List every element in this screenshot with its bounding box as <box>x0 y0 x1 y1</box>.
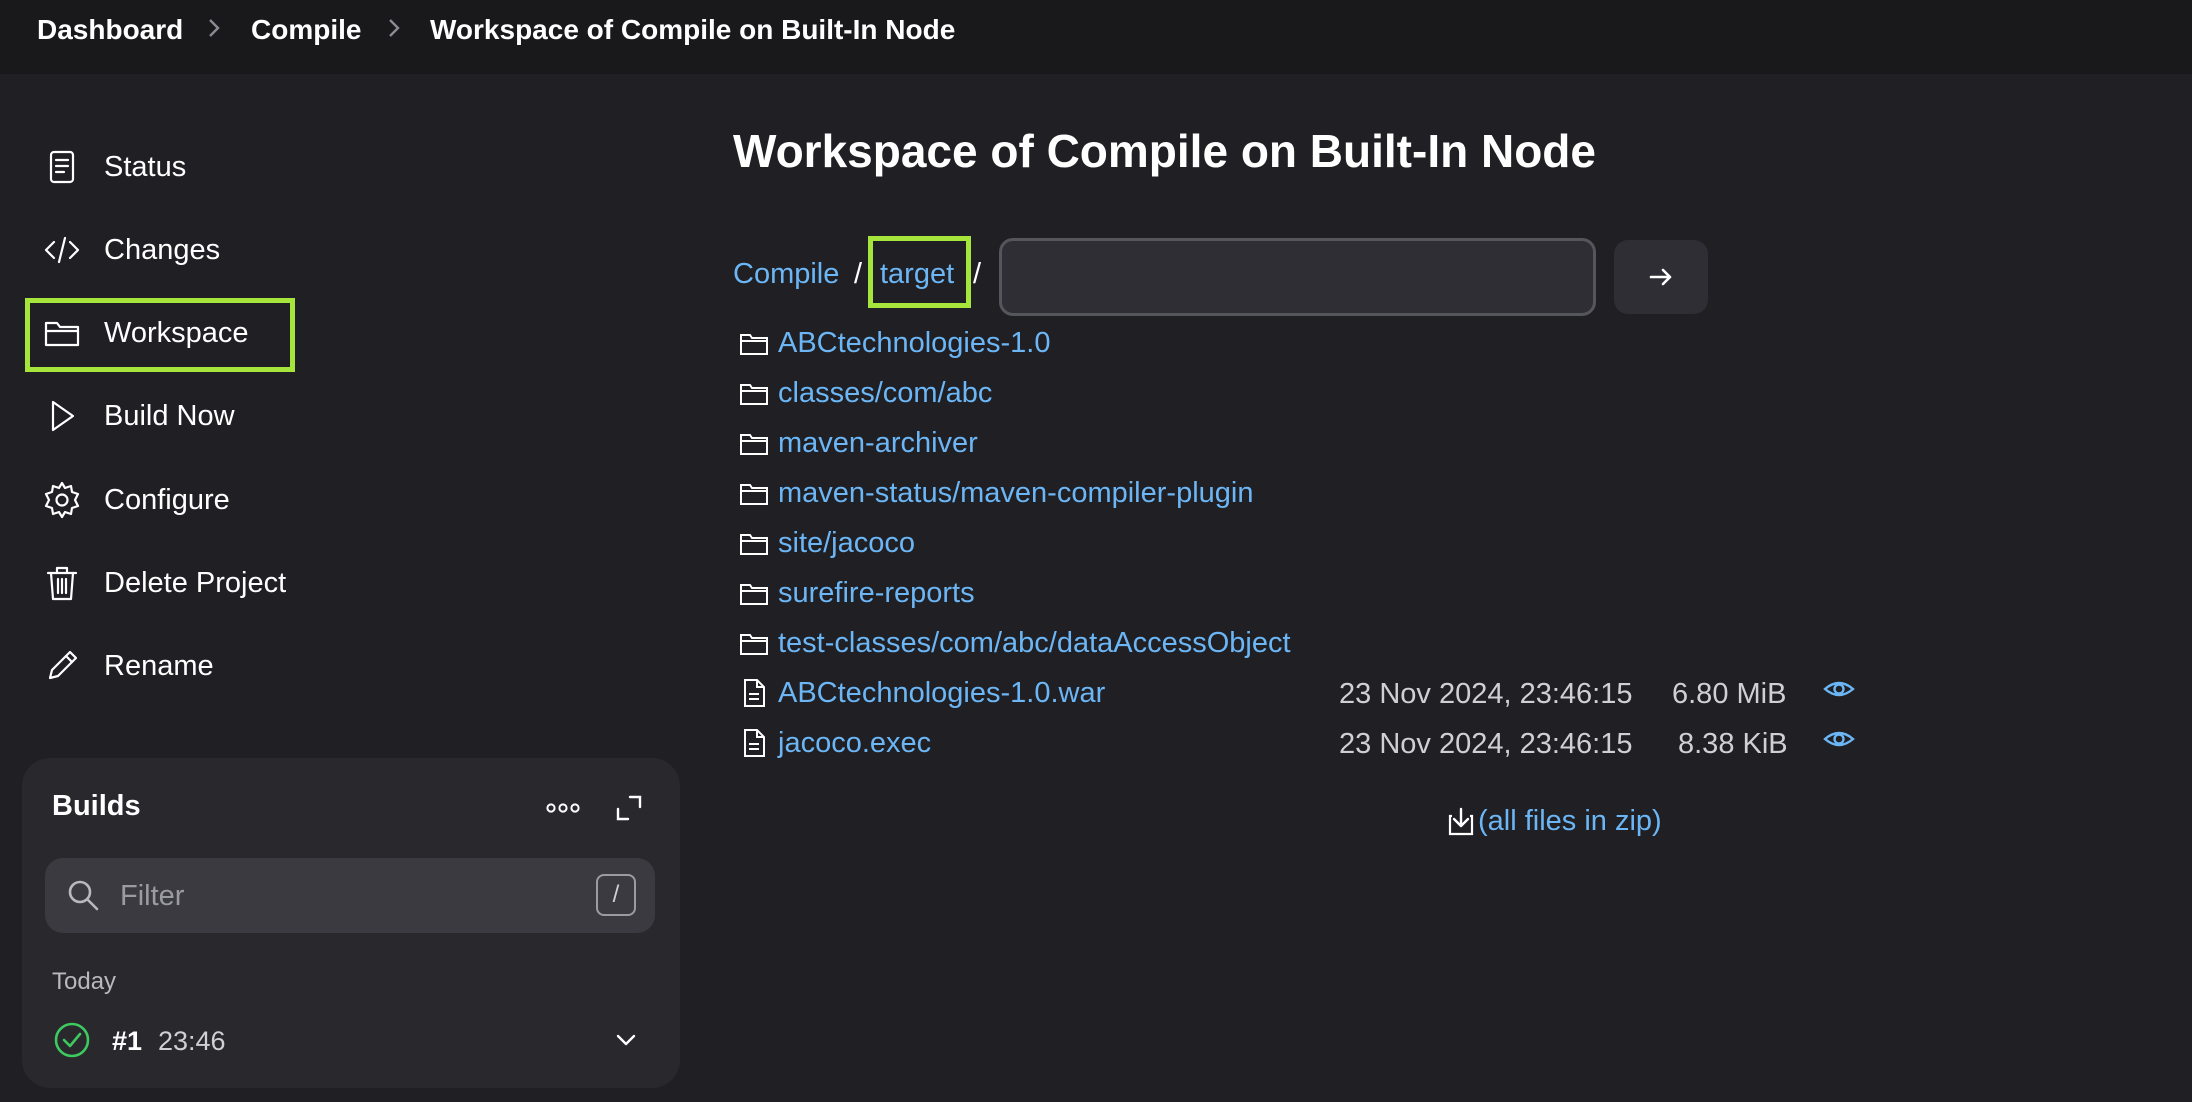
file-icon <box>738 677 770 709</box>
code-icon <box>40 228 84 272</box>
document-icon <box>40 145 84 189</box>
gear-icon <box>40 478 84 522</box>
path-separator: / <box>973 258 982 290</box>
path-separator: / <box>854 258 863 290</box>
folder-row[interactable]: test-classes/com/abc/dataAccessObject <box>738 620 1291 666</box>
eye-icon[interactable] <box>1822 722 1856 756</box>
file-size: 6.80 MiB <box>1672 678 1787 710</box>
folder-row[interactable]: ABCtechnologies-1.0 <box>738 320 1050 366</box>
trash-icon <box>40 561 84 605</box>
folder-row[interactable]: maven-status/maven-compiler-plugin <box>738 470 1253 516</box>
sidebar-item-label: Build Now <box>104 399 235 432</box>
sidebar-item-delete-project[interactable]: Delete Project <box>40 553 286 613</box>
file-row[interactable]: jacoco.exec <box>738 720 931 766</box>
chevron-right-icon <box>209 19 220 37</box>
breadcrumb-compile[interactable]: Compile <box>251 14 361 46</box>
folder-link[interactable]: maven-archiver <box>778 427 978 460</box>
folder-link[interactable]: ABCtechnologies-1.0 <box>778 327 1050 360</box>
breadcrumb-workspace[interactable]: Workspace of Compile on Built-In Node <box>430 14 955 46</box>
folder-icon <box>738 477 770 509</box>
path-current-link[interactable]: target <box>880 258 954 291</box>
play-icon <box>40 394 84 438</box>
folder-icon <box>738 627 770 659</box>
folder-icon <box>40 311 84 355</box>
sidebar-item-build-now[interactable]: Build Now <box>40 386 235 446</box>
folder-link[interactable]: test-classes/com/abc/dataAccessObject <box>778 627 1291 660</box>
folder-link[interactable]: classes/com/abc <box>778 377 992 410</box>
file-link[interactable]: ABCtechnologies-1.0.war <box>778 677 1105 710</box>
success-check-icon <box>54 1022 90 1058</box>
sidebar-item-label: Delete Project <box>104 566 287 599</box>
folder-link[interactable]: site/jacoco <box>778 527 915 560</box>
sidebar-item-label: Configure <box>104 483 230 516</box>
build-time: 23:46 <box>158 1026 226 1056</box>
folder-row[interactable]: maven-archiver <box>738 420 978 466</box>
zip-label[interactable]: (all files in zip) <box>1478 805 1662 838</box>
file-date: 23 Nov 2024, 23:46:15 <box>1339 728 1633 760</box>
path-input[interactable] <box>999 238 1596 316</box>
folder-row[interactable]: site/jacoco <box>738 520 915 566</box>
eye-icon[interactable] <box>1822 672 1856 706</box>
folder-link[interactable]: surefire-reports <box>778 577 975 610</box>
download-zip-link[interactable]: (all files in zip) <box>1446 804 1662 838</box>
file-row[interactable]: ABCtechnologies-1.0.war <box>738 670 1105 716</box>
top-bar: Dashboard Compile Workspace of Compile o… <box>0 0 2192 74</box>
sidebar-item-configure[interactable]: Configure <box>40 470 230 530</box>
file-date: 23 Nov 2024, 23:46:15 <box>1339 678 1633 710</box>
filter-placeholder: Filter <box>120 880 185 912</box>
file-icon <box>738 727 770 759</box>
go-button[interactable] <box>1614 240 1708 314</box>
folder-link[interactable]: maven-status/maven-compiler-plugin <box>778 477 1253 510</box>
sidebar-item-label: Workspace <box>104 316 249 349</box>
folder-row[interactable]: surefire-reports <box>738 570 975 616</box>
breadcrumb-dashboard[interactable]: Dashboard <box>37 14 183 46</box>
chevron-down-icon[interactable] <box>612 1030 640 1050</box>
path-root-link[interactable]: Compile <box>733 258 839 291</box>
sidebar-item-rename[interactable]: Rename <box>40 636 214 696</box>
file-link[interactable]: jacoco.exec <box>778 727 931 760</box>
builds-group-label: Today <box>52 968 117 995</box>
folder-row[interactable]: classes/com/abc <box>738 370 992 416</box>
file-size: 8.38 KiB <box>1678 728 1788 760</box>
sidebar-item-label: Changes <box>104 233 221 266</box>
search-icon <box>68 880 99 911</box>
download-icon <box>1448 807 1474 836</box>
folder-icon <box>738 527 770 559</box>
sidebar-item-changes[interactable]: Changes <box>40 220 220 280</box>
folder-icon <box>738 427 770 459</box>
folder-icon <box>738 327 770 359</box>
expand-icon[interactable] <box>614 793 644 823</box>
sidebar-item-label: Rename <box>104 649 214 682</box>
more-options-icon[interactable] <box>545 798 581 818</box>
arrow-right-icon <box>1649 268 1672 286</box>
builds-title: Builds <box>52 790 141 822</box>
chevron-right-icon <box>389 19 400 37</box>
folder-icon <box>738 577 770 609</box>
folder-icon <box>738 377 770 409</box>
build-number[interactable]: #1 <box>112 1026 142 1057</box>
sidebar-item-workspace[interactable]: Workspace <box>40 303 249 363</box>
filter-shortcut-key: / <box>596 874 636 916</box>
sidebar-item-label: Status <box>104 150 187 183</box>
page-title: Workspace of Compile on Built-In Node <box>733 125 1596 177</box>
sidebar-item-status[interactable]: Status <box>40 137 186 197</box>
pencil-icon <box>40 644 84 688</box>
